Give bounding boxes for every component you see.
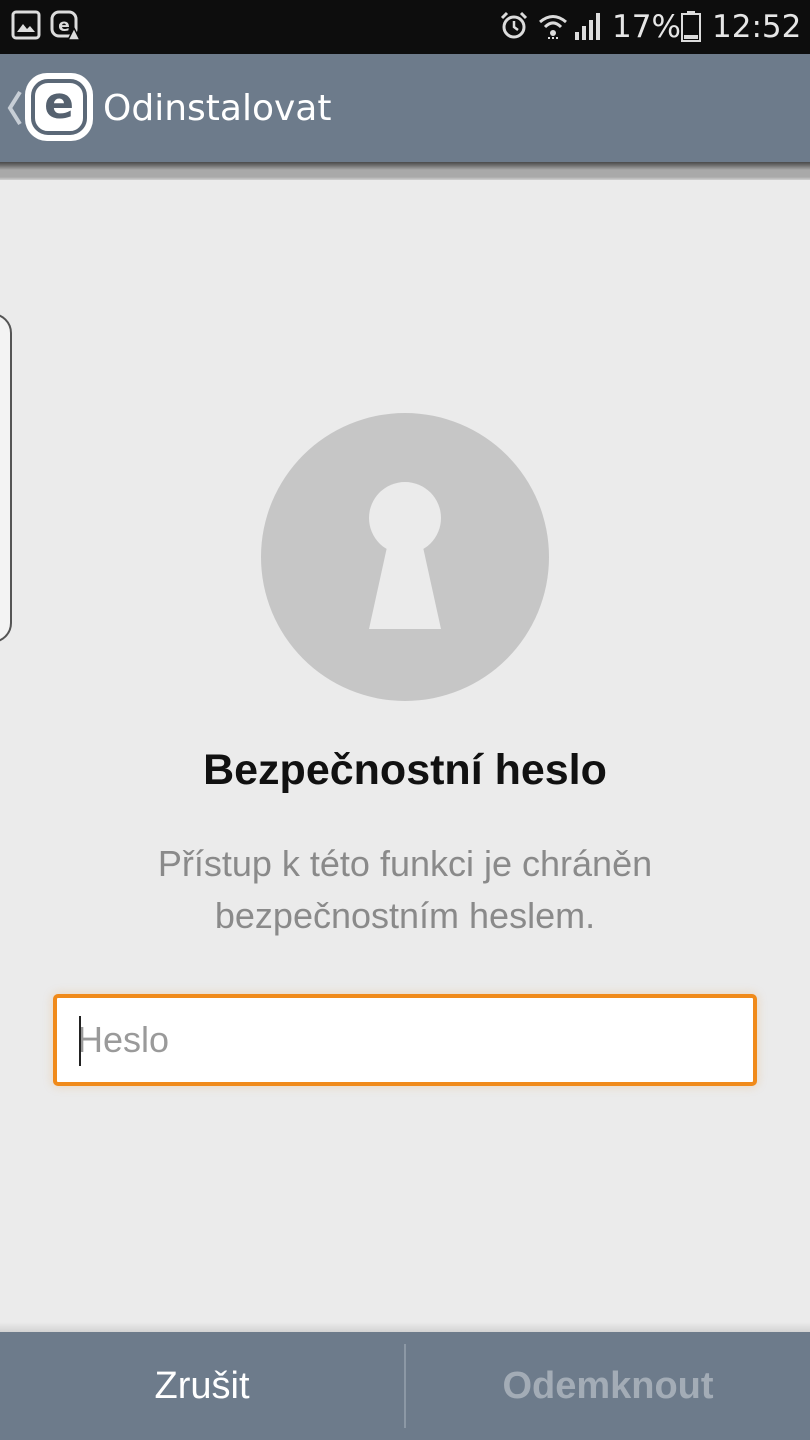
- edge-panel-handle[interactable]: [0, 313, 12, 643]
- clock-time: 12:52: [712, 9, 802, 45]
- battery-percent: 17%: [612, 9, 681, 45]
- eset-notification-icon: e: [50, 10, 82, 46]
- lock-badge: [261, 413, 549, 701]
- text-cursor: [79, 1016, 81, 1066]
- cancel-button[interactable]: Zrušit: [0, 1332, 404, 1440]
- dialog-description: Přístup k této funkci je chráněn bezpečn…: [157, 843, 653, 936]
- wifi-icon: [537, 10, 569, 46]
- action-bar-title: Odinstalovat: [103, 88, 332, 129]
- unlock-button[interactable]: Odemknout: [406, 1332, 810, 1440]
- bottom-bar-shadow: [0, 1322, 810, 1332]
- alarm-icon: [499, 10, 529, 46]
- svg-text:e: e: [58, 16, 70, 36]
- eset-logo-icon[interactable]: e: [25, 73, 93, 141]
- password-field[interactable]: [53, 994, 757, 1086]
- back-chevron-icon[interactable]: [4, 88, 24, 132]
- eset-logo-frame: e: [31, 79, 87, 135]
- dialog-title: Bezpečnostní heslo: [203, 746, 607, 794]
- eset-logo-letter: e: [44, 78, 74, 129]
- bottom-button-bar: Zrušit Odemknout: [0, 1332, 810, 1440]
- status-bar: e 17% 12:52: [0, 0, 810, 54]
- password-input[interactable]: [77, 998, 737, 1082]
- battery-icon: [680, 10, 702, 46]
- action-bar-shadow: [0, 162, 810, 180]
- gallery-notification-icon: [11, 10, 41, 44]
- signal-icon: [573, 10, 605, 46]
- keyhole-icon: [369, 482, 441, 629]
